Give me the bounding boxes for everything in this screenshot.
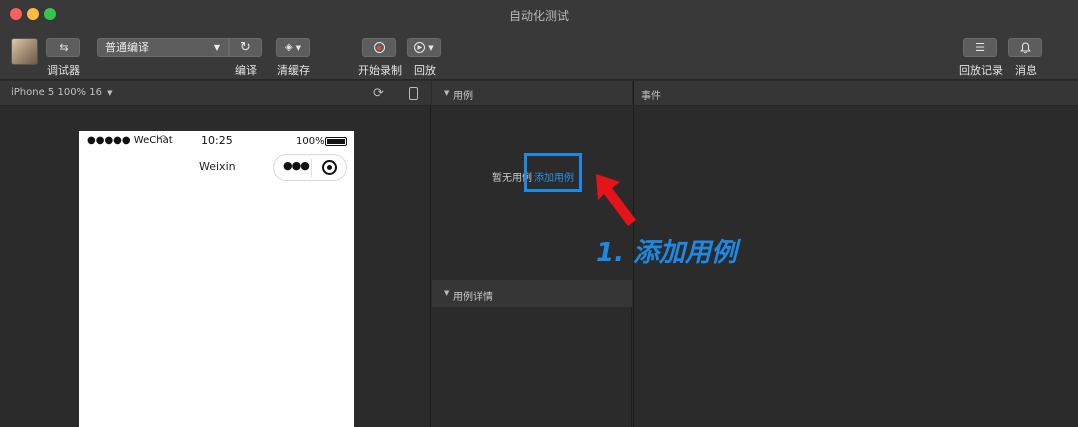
avatar[interactable] xyxy=(11,38,38,65)
case-detail-title: 用例详情 xyxy=(453,292,493,303)
title-bar: 自动化测试 xyxy=(0,0,1078,28)
refresh-icon: ↻ xyxy=(240,40,251,55)
simulator-header: iPhone 5 100% 16 ▼ ⟳ xyxy=(0,81,431,106)
device-selector[interactable]: iPhone 5 100% 16 ▼ xyxy=(11,87,113,98)
menu-capsule[interactable]: ●●● xyxy=(273,154,347,181)
nav-title: Weixin xyxy=(199,160,236,173)
highlight-box xyxy=(524,153,582,192)
phone-nav-bar: Weixin ●●● xyxy=(79,151,354,185)
status-time: 10:25 xyxy=(201,134,233,147)
replay-records-button[interactable]: ☰ xyxy=(963,38,997,57)
start-record-label: 开始录制 xyxy=(358,64,402,77)
chevron-down-icon: ▼ xyxy=(428,43,434,52)
chevron-down-icon: ▼ xyxy=(107,89,113,97)
toolbar: ⇆ 调试器 普通编译 ▼ ↻ 编译 ◈ ▼ 清缓存 开始录制 ▶ ▼ 回放 ☰ … xyxy=(0,28,1078,80)
chevron-down-icon: ▼ xyxy=(213,43,220,52)
battery-icon xyxy=(325,137,347,146)
simulator-area: ●●●●● WeChat ◠ 10:25 100% Weixin ●●● xyxy=(0,106,431,427)
chevron-down-icon: ▼ xyxy=(444,89,450,97)
replay-records-label: 回放记录 xyxy=(959,64,1003,77)
debugger-button[interactable]: ⇆ xyxy=(46,38,80,57)
bell-icon xyxy=(1019,41,1031,53)
battery-percent: 100% xyxy=(296,136,325,147)
phone-screen[interactable]: ●●●●● WeChat ◠ 10:25 100% Weixin ●●● xyxy=(79,131,354,427)
device-label: iPhone 5 100% 16 xyxy=(11,87,102,98)
cases-title: 用例 xyxy=(453,91,473,102)
window-title: 自动化测试 xyxy=(508,9,569,23)
case-detail-header[interactable]: ▼ 用例详情 xyxy=(432,280,632,307)
replay-label: 回放 xyxy=(414,64,436,77)
play-circle-icon: ▶ xyxy=(414,42,426,53)
compile-mode-value: 普通编译 xyxy=(105,41,149,54)
debugger-label: 调试器 xyxy=(47,64,80,77)
rotate-icon[interactable]: ⟳ xyxy=(373,86,384,101)
chevron-down-icon: ▼ xyxy=(444,289,450,297)
record-icon xyxy=(373,42,385,53)
phone-status-bar: ●●●●● WeChat ◠ 10:25 100% xyxy=(79,131,354,151)
device-frame-icon[interactable] xyxy=(409,87,418,100)
messages-label: 消息 xyxy=(1015,64,1037,77)
clear-cache-button[interactable]: ◈ ▼ xyxy=(276,38,310,57)
clear-cache-label: 清缓存 xyxy=(277,64,310,77)
compile-label: 编译 xyxy=(235,64,257,77)
events-header: 事件 xyxy=(633,81,1078,106)
annotation-text: 1. 添加用例 xyxy=(596,238,738,268)
cases-header[interactable]: ▼ 用例 xyxy=(432,81,632,106)
layers-icon: ◈ xyxy=(284,42,293,53)
events-title: 事件 xyxy=(641,91,661,102)
compile-button[interactable]: ↻ xyxy=(229,38,262,57)
close-target-icon[interactable] xyxy=(322,160,337,175)
chevron-down-icon: ▼ xyxy=(295,43,302,52)
case-detail-area xyxy=(432,307,632,427)
start-record-button[interactable] xyxy=(362,38,396,57)
replay-button[interactable]: ▶ ▼ xyxy=(407,38,441,57)
compile-mode-select[interactable]: 普通编译 ▼ xyxy=(97,38,229,57)
switch-arrows-icon: ⇆ xyxy=(59,41,68,54)
messages-button[interactable] xyxy=(1008,38,1042,57)
more-icon[interactable]: ●●● xyxy=(283,159,310,172)
list-icon: ☰ xyxy=(975,41,985,54)
wifi-icon: ◠ xyxy=(159,134,168,145)
pointer-arrow-icon xyxy=(596,174,636,226)
